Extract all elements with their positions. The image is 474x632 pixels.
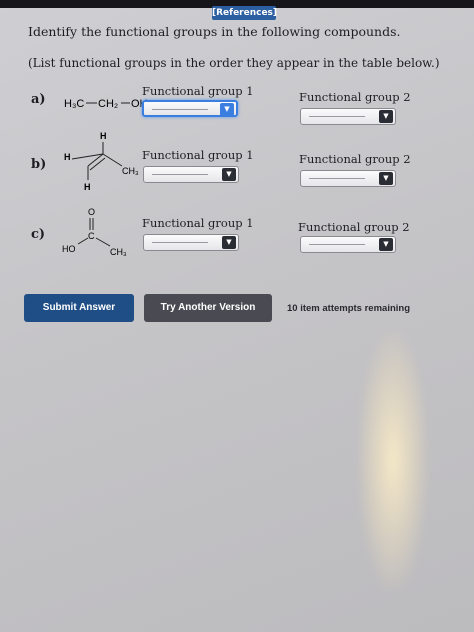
row-label-b: b) (31, 157, 47, 172)
fg2-select-c[interactable]: ▼ (300, 236, 396, 253)
row-label-a: a) (31, 92, 46, 107)
chevron-down-icon: ▼ (220, 103, 234, 116)
question-title: Identify the functional groups in the fo… (28, 24, 401, 39)
try-another-version-button[interactable]: Try Another Version (144, 294, 272, 322)
fg2-select-a[interactable]: ▼ (300, 108, 396, 125)
fg2-label-c: Functional group 2 (298, 220, 410, 234)
molecule-c: O C HO CH₃ (62, 207, 127, 257)
fg1-label-b: Functional group 1 (142, 148, 254, 162)
fg1-select-a[interactable]: ▼ (142, 100, 238, 117)
select-empty-value (152, 174, 208, 175)
select-empty-value (309, 116, 365, 117)
fg2-label-a: Functional group 2 (299, 90, 411, 104)
molecule-a-ch2: CH₂ (98, 98, 118, 110)
select-empty-value (152, 242, 208, 243)
molecule-b-h-left: H (64, 152, 71, 162)
fg1-select-c[interactable]: ▼ (143, 234, 239, 251)
chevron-down-icon: ▼ (379, 172, 393, 185)
molecule-c-o: O (88, 207, 95, 217)
molecule-a-ch3: H₃C (64, 98, 84, 110)
fg1-select-b[interactable]: ▼ (143, 166, 239, 183)
molecule-b: H H H CH₃ (64, 131, 139, 192)
chevron-down-icon: ▼ (379, 110, 393, 123)
submit-answer-button[interactable]: Submit Answer (24, 294, 134, 322)
select-empty-value (309, 244, 365, 245)
chevron-down-icon: ▼ (379, 238, 393, 251)
molecule-a: H₃C CH₂ OH (64, 98, 148, 110)
fg2-select-b[interactable]: ▼ (300, 170, 396, 187)
molecule-b-h-top: H (100, 131, 107, 141)
molecule-b-h-bottom: H (84, 182, 91, 192)
screen-glare (358, 330, 428, 590)
references-tab[interactable]: [References] (212, 6, 277, 20)
fg1-label-a: Functional group 1 (142, 84, 254, 98)
molecule-b-ch3: CH₃ (122, 166, 139, 176)
row-label-c: c) (31, 227, 46, 242)
fg1-label-c: Functional group 1 (142, 216, 254, 230)
select-empty-value (152, 109, 208, 110)
fg2-label-b: Functional group 2 (299, 152, 411, 166)
select-empty-value (309, 178, 365, 179)
chevron-down-icon: ▼ (222, 168, 236, 181)
molecule-c-c: C (88, 231, 95, 241)
molecule-c-ch3: CH₃ (110, 247, 127, 257)
question-instruction: (List functional groups in the order the… (28, 56, 440, 70)
molecule-c-ho: HO (62, 244, 76, 254)
attempts-remaining: 10 item attempts remaining (287, 303, 411, 314)
chevron-down-icon: ▼ (222, 236, 236, 249)
